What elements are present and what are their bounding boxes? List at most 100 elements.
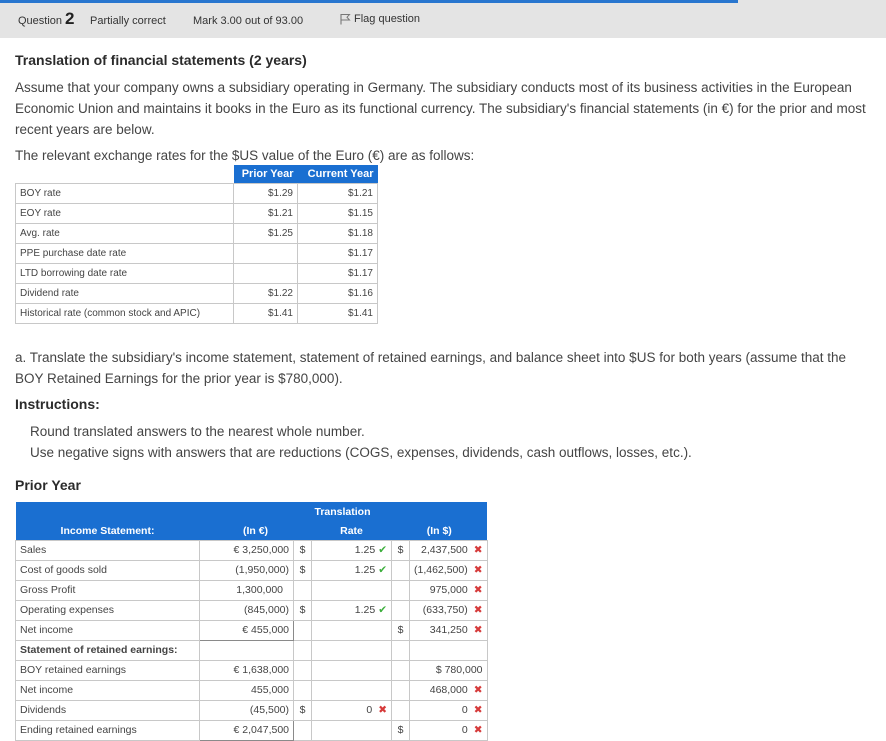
euro-value: € 2,047,500: [199, 719, 294, 741]
correct-icon: ✔: [378, 604, 387, 616]
incorrect-icon: ✖: [473, 624, 483, 636]
rates-header-blank: [15, 165, 234, 183]
dollar-sign: [391, 559, 410, 581]
rate-current: $1.41: [297, 302, 378, 324]
usd-input[interactable]: (1,462,500) ✖: [409, 559, 488, 581]
rates-row: Dividend rate $1.22 $1.16: [15, 282, 378, 304]
table-row: Ending retained earnings € 2,047,500 $ 0…: [15, 719, 488, 741]
euro-value: € 1,638,000: [199, 659, 294, 681]
incorrect-icon: ✖: [473, 724, 483, 736]
rates-row: PPE purchase date rate $1.17: [15, 242, 378, 264]
table-row: BOY retained earnings € 1,638,000 $ 780,…: [15, 659, 488, 681]
dollar-sign: [293, 579, 312, 601]
row-label: Ending retained earnings: [15, 719, 200, 741]
empty-cell: [409, 639, 488, 661]
usd-input[interactable]: 0 ✖: [409, 699, 488, 721]
rate-label: PPE purchase date rate: [15, 242, 234, 264]
rate-prior: $1.21: [233, 202, 298, 224]
table-row: Statement of retained earnings:: [15, 639, 488, 661]
dollar-sign: $: [391, 619, 410, 641]
rate-input[interactable]: 1.25 ✔: [311, 559, 392, 581]
table-row: Gross Profit 1,300,000 975,000 ✖: [15, 579, 488, 601]
flag-icon: [340, 14, 351, 25]
rate-current: $1.17: [297, 262, 378, 284]
rate-prior: $1.25: [233, 222, 298, 244]
rate-prior: [233, 262, 298, 284]
table-row: Operating expenses (845,000) $ 1.25 ✔ (63…: [15, 599, 488, 621]
incorrect-icon: ✖: [473, 544, 483, 556]
rate-header: Rate: [311, 522, 392, 540]
rates-row: BOY rate $1.29 $1.21: [15, 182, 378, 204]
question-number: 2: [65, 9, 75, 28]
table-row: Net income € 455,000 $ 341,250 ✖: [15, 619, 488, 641]
flag-question-button[interactable]: Flag question: [339, 13, 420, 25]
part-a-text: a. Translate the subsidiary's income sta…: [15, 350, 847, 386]
row-label: Gross Profit: [15, 579, 200, 601]
rate-label: Avg. rate: [15, 222, 234, 244]
rate-label: LTD borrowing date rate: [15, 262, 234, 284]
euro-value: 1,300,000: [199, 579, 294, 601]
rates-header-current: Current Year: [297, 165, 378, 183]
rate-label: Historical rate (common stock and APIC): [15, 302, 234, 324]
retained-earnings-header: Statement of retained earnings:: [15, 639, 200, 661]
dollar-sign: $: [293, 539, 312, 561]
question-info-bar: Question 2 Partially correct Mark 3.00 o…: [0, 0, 886, 38]
rates-row: Historical rate (common stock and APIC) …: [15, 302, 378, 324]
rate-current: $1.18: [297, 222, 378, 244]
rate-input[interactable]: 1.25 ✔: [311, 539, 392, 561]
euro-value: 455,000: [199, 679, 294, 701]
dollar-sign: [293, 719, 312, 741]
usd-value: 0: [461, 704, 468, 716]
progress-bar: [0, 0, 738, 3]
dollar-sign: [293, 659, 312, 681]
usd-value: (633,750): [422, 604, 468, 616]
question-title: Translation of financial statements (2 y…: [15, 52, 307, 68]
rate-cell: [311, 579, 392, 601]
incorrect-icon: ✖: [473, 684, 483, 696]
usd-header: (In $): [391, 522, 488, 540]
rate-input[interactable]: 0 ✖: [311, 699, 392, 721]
incorrect-icon: ✖: [473, 704, 483, 716]
rate-label: EOY rate: [15, 202, 234, 224]
euro-value: € 455,000: [199, 619, 294, 641]
row-label: Dividends: [15, 699, 200, 721]
rate-current: $1.17: [297, 242, 378, 264]
usd-input[interactable]: 2,437,500 ✖: [409, 539, 488, 561]
table-row: Net income 455,000 468,000 ✖: [15, 679, 488, 701]
income-statement-header: Income Statement:: [15, 522, 200, 540]
question-mark: Mark 3.00 out of 93.00: [193, 15, 304, 27]
question-state: Partially correct: [90, 15, 166, 27]
row-label: Net income: [15, 679, 200, 701]
rates-row: Avg. rate $1.25 $1.18: [15, 222, 378, 244]
rate-prior: $1.22: [233, 282, 298, 304]
row-label: Cost of goods sold: [15, 559, 200, 581]
usd-input[interactable]: (633,750) ✖: [409, 599, 488, 621]
usd-value: 2,437,500: [421, 544, 468, 556]
usd-value: 975,000: [429, 584, 468, 596]
translation-header: Translation: [293, 502, 392, 522]
incorrect-icon: ✖: [473, 564, 483, 576]
rate-input[interactable]: 1.25 ✔: [311, 599, 392, 621]
dollar-sign: $: [293, 559, 312, 581]
rate-label: Dividend rate: [15, 282, 234, 304]
usd-input[interactable]: 341,250 ✖: [409, 619, 488, 641]
incorrect-icon: ✖: [473, 584, 483, 596]
rates-header-prior: Prior Year: [233, 165, 298, 183]
empty-cell: [293, 639, 312, 661]
instructions-list: Round translated answers to the nearest …: [30, 421, 692, 463]
usd-input[interactable]: 468,000 ✖: [409, 679, 488, 701]
usd-input[interactable]: 975,000 ✖: [409, 579, 488, 601]
row-label: Operating expenses: [15, 599, 200, 621]
dollar-sign: $: [293, 699, 312, 721]
usd-value: $ 780,000: [409, 659, 488, 681]
rates-row: EOY rate $1.21 $1.15: [15, 202, 378, 224]
dollar-sign: $: [391, 719, 410, 741]
table-row: Cost of goods sold (1,950,000) $ 1.25 ✔ (…: [15, 559, 488, 581]
instruction-round: Round translated answers to the nearest …: [30, 424, 365, 439]
empty-cell: [391, 639, 410, 661]
rate-prior: [233, 242, 298, 264]
incorrect-icon: ✖: [473, 604, 483, 616]
usd-input[interactable]: 0 ✖: [409, 719, 488, 741]
euro-value: (1,950,000): [199, 559, 294, 581]
rate-cell: [311, 719, 392, 741]
